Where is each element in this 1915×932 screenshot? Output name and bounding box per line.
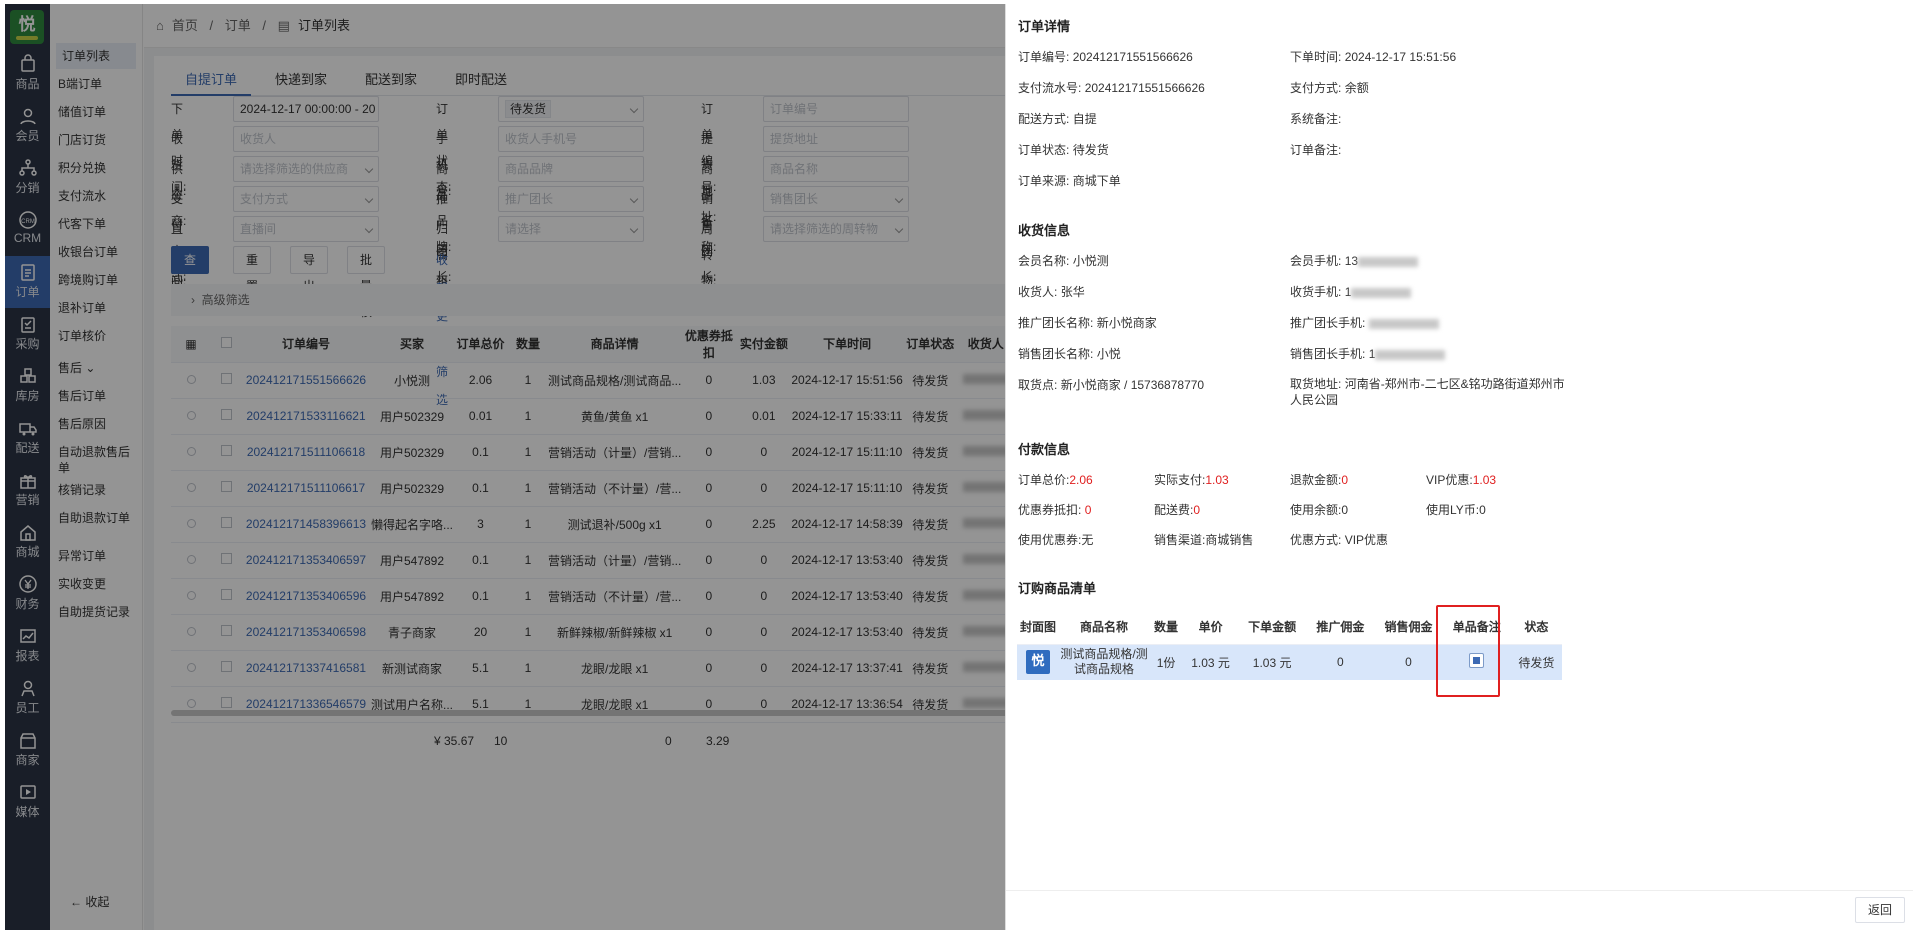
goods-col-header: 下单金额: [1238, 610, 1307, 645]
pay-refund: 退款金额:0: [1290, 473, 1349, 487]
pay-paid: 实际支付:1.03: [1154, 473, 1229, 487]
goods-list-title: 订购商品清单: [1018, 581, 1097, 596]
goods-col-header: 封面图: [1017, 610, 1059, 645]
goods-sales-commission: 0: [1374, 644, 1443, 680]
highlight-box: [1436, 605, 1500, 697]
pay-coupon: 优惠券抵扣: 0: [1018, 503, 1092, 517]
goods-col-header: 单价: [1183, 610, 1239, 645]
goods-qty: 1份: [1149, 644, 1184, 680]
detail-delivery: 配送方式: 自提: [1018, 112, 1097, 126]
detail-receiver: 收货人: 张华: [1018, 285, 1085, 299]
pay-vip: VIP优惠:1.03: [1426, 473, 1497, 487]
detail-status: 订单状态: 待发货: [1018, 143, 1109, 157]
detail-order-no: 订单编号: 202412171551566626: [1018, 50, 1193, 64]
goods-amount: 1.03 元: [1238, 644, 1307, 680]
goods-price: 1.03 元: [1183, 644, 1239, 680]
detail-promoter-phone: 推广团长手机:: [1290, 314, 1439, 331]
modal-overlay[interactable]: [5, 4, 1005, 930]
goods-thumbnail: 悦: [1026, 650, 1050, 675]
detail-promoter: 推广团长名称: 新小悦商家: [1018, 316, 1157, 330]
pay-ly: 使用LY币:0: [1426, 503, 1486, 517]
pay-balance: 使用余额:0: [1290, 503, 1349, 517]
detail-pay-method: 支付方式: 余额: [1290, 81, 1369, 95]
detail-pickup-addr: 取货地址: 河南省-郑州市-二七区&铭功路街道郑州市人民公园: [1290, 377, 1565, 407]
pay-total: 订单总价:2.06: [1018, 473, 1093, 487]
goods-col-header: 销售佣金: [1374, 610, 1443, 645]
detail-pickup-point: 取货点: 新小悦商家 / 15736878770: [1018, 378, 1205, 392]
detail-source: 订单来源: 商城下单: [1018, 174, 1121, 188]
goods-col-header: 数量: [1149, 610, 1184, 645]
detail-receiver-phone: 收货手机: 1: [1290, 283, 1412, 300]
pay-channel: 销售渠道:商城销售: [1154, 533, 1254, 547]
detail-pay-serial: 支付流水号: 202412171551566626: [1018, 81, 1205, 95]
order-detail-drawer: 订单详情 订单编号: 202412171551566626 下单时间: 2024…: [1005, 4, 1913, 930]
pay-info-title: 付款信息: [1018, 442, 1071, 457]
pay-ship: 配送费:0: [1154, 503, 1201, 517]
detail-sales-phone: 销售团长手机: 1: [1290, 345, 1446, 362]
back-button[interactable]: 返回: [1854, 897, 1905, 923]
goods-col-header: 推广佣金: [1306, 610, 1375, 645]
detail-member-name: 会员名称: 小悦测: [1018, 254, 1109, 268]
drawer-title: 订单详情: [1018, 19, 1071, 34]
detail-order-time: 下单时间: 2024-12-17 15:51:56: [1290, 50, 1457, 64]
pay-coupon-used: 使用优惠券:无: [1018, 533, 1094, 547]
drawer-footer: 返回: [1006, 890, 1913, 930]
goods-col-header: 状态: [1510, 610, 1562, 645]
goods-status: 待发货: [1510, 644, 1562, 680]
detail-sales: 销售团长名称: 小悦: [1018, 347, 1121, 361]
detail-member-phone: 会员手机: 13: [1290, 252, 1419, 269]
detail-sys-note: 系统备注:: [1290, 112, 1342, 126]
app-window: 悦 商品 会员 分销 CRM CRM 订单 采购 库房 配送 营销 商城 财务 报表 员工 商家 媒体 订单列…: [5, 4, 1913, 930]
goods-name: 测试商品规格/测试商品规格: [1059, 644, 1149, 680]
detail-order-note: 订单备注:: [1290, 143, 1342, 157]
receive-info-title: 收货信息: [1018, 223, 1071, 238]
pay-discount: 优惠方式: VIP优惠: [1290, 533, 1389, 547]
goods-promo-commission: 0: [1306, 644, 1375, 680]
goods-col-header: 商品名称: [1059, 610, 1149, 645]
goods-cover: 悦: [1017, 644, 1059, 680]
